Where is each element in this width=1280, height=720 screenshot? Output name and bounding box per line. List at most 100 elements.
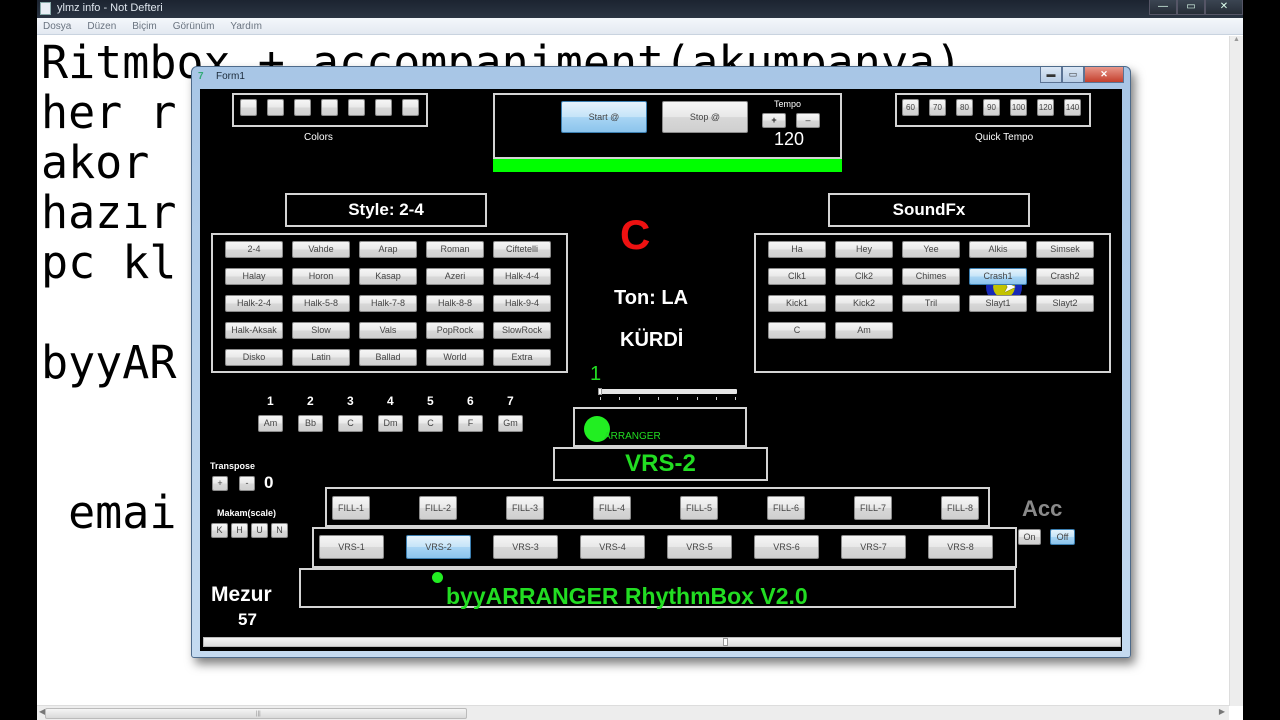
variation-button[interactable]: VRS-4 <box>580 535 645 559</box>
fill-button[interactable]: FILL-8 <box>941 496 979 520</box>
soundfx-button[interactable]: Clk2 <box>835 268 893 285</box>
style-button[interactable]: SlowRock <box>493 322 551 339</box>
color-swatch-button[interactable] <box>402 99 419 116</box>
form-maximize-button[interactable]: ▭ <box>1062 67 1084 83</box>
style-button[interactable]: Horon <box>292 268 350 285</box>
variation-button[interactable]: VRS-3 <box>493 535 558 559</box>
soundfx-button[interactable]: Kick1 <box>768 295 826 312</box>
style-button[interactable]: Extra <box>493 349 551 366</box>
soundfx-button[interactable]: Slayt2 <box>1036 295 1094 312</box>
style-button[interactable]: Ciftetelli <box>493 241 551 258</box>
soundfx-button[interactable]: Simsek <box>1036 241 1094 258</box>
beat-trackbar[interactable] <box>598 388 737 395</box>
soundfx-button[interactable]: Kick2 <box>835 295 893 312</box>
quick-tempo-60-button[interactable]: 60 <box>902 99 919 116</box>
soundfx-button[interactable]: Clk1 <box>768 268 826 285</box>
form-horizontal-scrollbar[interactable] <box>203 637 1121 647</box>
chord-button[interactable]: Am <box>258 415 283 432</box>
variation-button[interactable]: VRS-5 <box>667 535 732 559</box>
makam-scale-k-button[interactable]: K <box>211 523 228 538</box>
quick-tempo-70-button[interactable]: 70 <box>929 99 946 116</box>
notepad-vertical-scrollbar[interactable]: ▲ <box>1229 36 1243 706</box>
menu-duzen[interactable]: Düzen <box>87 18 116 34</box>
chord-button[interactable]: C <box>418 415 443 432</box>
variation-button[interactable]: VRS-2 <box>406 535 471 559</box>
variation-button[interactable]: VRS-7 <box>841 535 906 559</box>
style-button[interactable]: Vals <box>359 322 417 339</box>
soundfx-button[interactable]: Crash1 <box>969 268 1027 285</box>
style-button[interactable]: PopRock <box>426 322 484 339</box>
quick-tempo-140-button[interactable]: 140 <box>1064 99 1081 116</box>
tempo-plus-button[interactable]: + <box>762 113 786 128</box>
notepad-horizontal-scrollbar[interactable]: ◀ ||| ▶ <box>37 705 1229 720</box>
scroll-right-icon[interactable]: ▶ <box>1219 707 1225 716</box>
style-button[interactable]: Halk-9-4 <box>493 295 551 312</box>
menu-gorunum[interactable]: Görünüm <box>173 18 215 34</box>
fill-button[interactable]: FILL-4 <box>593 496 631 520</box>
variation-button[interactable]: VRS-1 <box>319 535 384 559</box>
acc-on-button[interactable]: On <box>1018 529 1041 545</box>
style-button[interactable]: Azeri <box>426 268 484 285</box>
style-button[interactable]: World <box>426 349 484 366</box>
transpose-plus-button[interactable]: + <box>212 476 228 491</box>
menu-bicim[interactable]: Biçim <box>132 18 156 34</box>
style-button[interactable]: Roman <box>426 241 484 258</box>
style-button[interactable]: Halay <box>225 268 283 285</box>
makam-scale-u-button[interactable]: U <box>251 523 268 538</box>
fill-button[interactable]: FILL-6 <box>767 496 805 520</box>
soundfx-button[interactable]: Ha <box>768 241 826 258</box>
style-button[interactable]: Slow <box>292 322 350 339</box>
soundfx-button[interactable]: Crash2 <box>1036 268 1094 285</box>
horizontal-scroll-thumb[interactable]: ||| <box>45 708 467 719</box>
scroll-up-icon[interactable]: ▲ <box>1230 36 1243 43</box>
fill-button[interactable]: FILL-5 <box>680 496 718 520</box>
menu-dosya[interactable]: Dosya <box>43 18 71 34</box>
form-close-button[interactable]: ✕ <box>1084 67 1124 83</box>
color-swatch-button[interactable] <box>348 99 365 116</box>
fill-button[interactable]: FILL-3 <box>506 496 544 520</box>
color-swatch-button[interactable] <box>240 99 257 116</box>
start-button[interactable]: Start @ <box>561 101 647 133</box>
stop-button[interactable]: Stop @ <box>662 101 748 133</box>
style-button[interactable]: Disko <box>225 349 283 366</box>
soundfx-button[interactable]: Hey <box>835 241 893 258</box>
color-swatch-button[interactable] <box>375 99 392 116</box>
fill-button[interactable]: FILL-2 <box>419 496 457 520</box>
notepad-close-button[interactable]: ✕ <box>1205 0 1243 15</box>
chord-button[interactable]: Dm <box>378 415 403 432</box>
trackbar-thumb[interactable] <box>598 388 602 395</box>
form-scroll-thumb[interactable] <box>723 638 728 646</box>
variation-button[interactable]: VRS-6 <box>754 535 819 559</box>
acc-off-button[interactable]: Off <box>1050 529 1075 545</box>
tempo-minus-button[interactable]: – <box>796 113 820 128</box>
style-button[interactable]: 2-4 <box>225 241 283 258</box>
color-swatch-button[interactable] <box>267 99 284 116</box>
style-button[interactable]: Halk-2-4 <box>225 295 283 312</box>
style-button[interactable]: Halk-5-8 <box>292 295 350 312</box>
fill-button[interactable]: FILL-7 <box>854 496 892 520</box>
soundfx-button[interactable]: Alkis <box>969 241 1027 258</box>
variation-button[interactable]: VRS-8 <box>928 535 993 559</box>
chord-button[interactable]: Gm <box>498 415 523 432</box>
quick-tempo-100-button[interactable]: 100 <box>1010 99 1027 116</box>
soundfx-button[interactable]: Am <box>835 322 893 339</box>
makam-scale-h-button[interactable]: H <box>231 523 248 538</box>
soundfx-button[interactable]: Slayt1 <box>969 295 1027 312</box>
soundfx-button[interactable]: Yee <box>902 241 960 258</box>
quick-tempo-90-button[interactable]: 90 <box>983 99 1000 116</box>
soundfx-button[interactable]: C <box>768 322 826 339</box>
style-button[interactable]: Arap <box>359 241 417 258</box>
quick-tempo-80-button[interactable]: 80 <box>956 99 973 116</box>
soundfx-button[interactable]: Chimes <box>902 268 960 285</box>
style-button[interactable]: Latin <box>292 349 350 366</box>
color-swatch-button[interactable] <box>321 99 338 116</box>
style-button[interactable]: Ballad <box>359 349 417 366</box>
style-button[interactable]: Halk-7-8 <box>359 295 417 312</box>
soundfx-button[interactable]: Tril <box>902 295 960 312</box>
notepad-maximize-button[interactable]: ▭ <box>1177 0 1205 15</box>
quick-tempo-120-button[interactable]: 120 <box>1037 99 1054 116</box>
style-button[interactable]: Vahde <box>292 241 350 258</box>
chord-button[interactable]: F <box>458 415 483 432</box>
style-button[interactable]: Halk-8-8 <box>426 295 484 312</box>
chord-button[interactable]: C <box>338 415 363 432</box>
